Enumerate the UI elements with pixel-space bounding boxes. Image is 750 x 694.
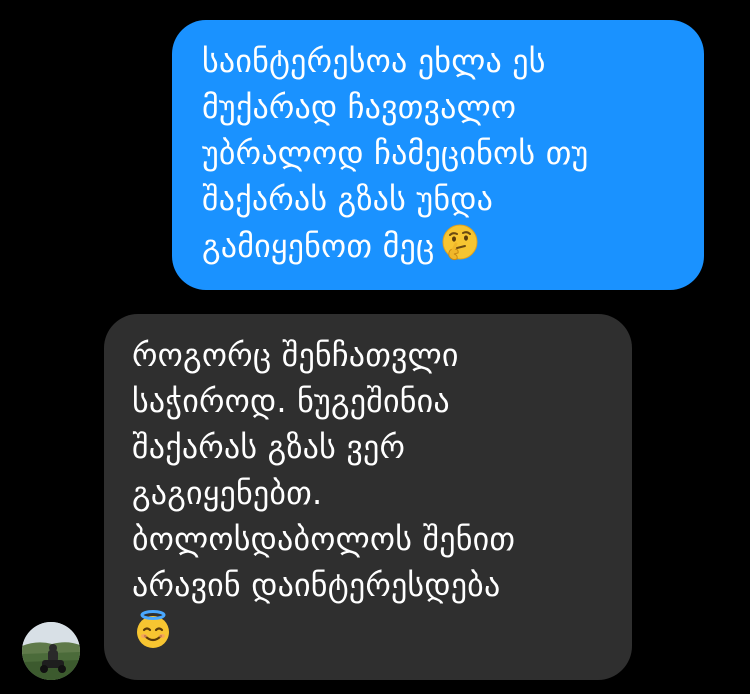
message-line: უბრალოდ ჩამეცინოს თუ (202, 134, 589, 172)
outgoing-message-bubble[interactable]: საინტერესოა ეხლა ეს მუქარად ჩავთვალო უბრ… (172, 20, 704, 290)
contact-avatar-photo-icon (22, 622, 80, 680)
message-line: როგორც შენჩათვლი (132, 336, 459, 374)
message-emoji-line (132, 608, 612, 662)
message-line: შაქარას გზას უნდა (202, 180, 494, 218)
message-line: გაგიყენებთ. (132, 474, 323, 512)
message-line-text: გამიყენოთ მეც (202, 227, 435, 265)
message-line: ბოლოსდაბოლოს შენით (132, 520, 516, 558)
message-line: საჭიროდ. ნუგეშინია (132, 382, 450, 420)
thinking-face-emoji-icon (440, 222, 480, 274)
message-line: მუქარად ჩავთვალო (202, 88, 517, 126)
message-line-last: გამიყენოთ მეც (202, 222, 678, 274)
contact-avatar[interactable] (22, 622, 80, 680)
message-line: საინტერესოა ეხლა ეს (202, 42, 546, 80)
message-line: შაქარას გზას ვერ (132, 428, 406, 466)
smiling-face-with-halo-emoji-icon (132, 608, 174, 662)
incoming-message-bubble[interactable]: როგორც შენჩათვლი საჭიროდ. ნუგეშინია შაქა… (104, 314, 632, 680)
message-line: არავინ დაინტერესდება (132, 566, 501, 604)
